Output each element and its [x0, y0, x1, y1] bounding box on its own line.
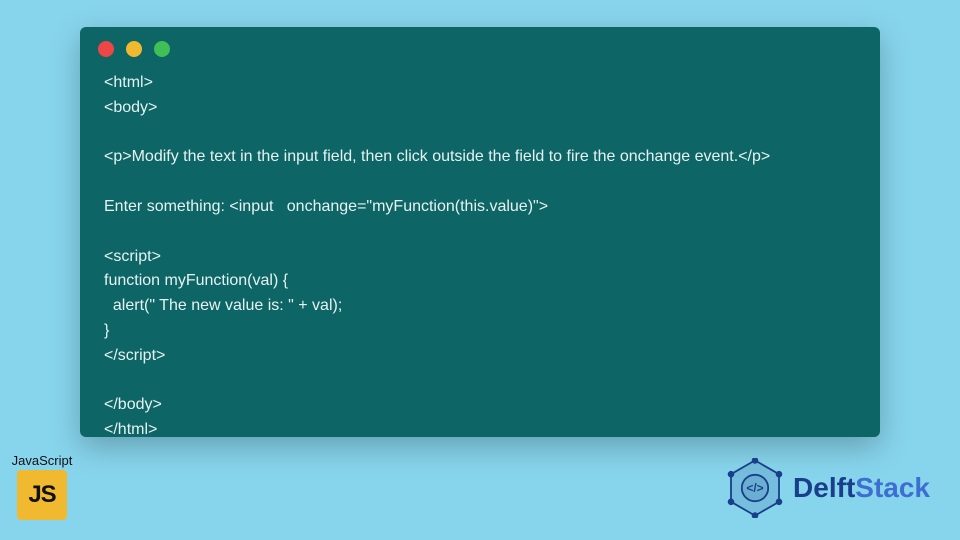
- code-content: <html> <body> <p>Modify the text in the …: [80, 63, 880, 461]
- svg-text:</>: </>: [746, 481, 763, 495]
- maximize-icon[interactable]: [154, 41, 170, 57]
- close-icon[interactable]: [98, 41, 114, 57]
- delftstack-icon: </>: [725, 458, 785, 518]
- brand-name: DelftStack: [793, 472, 930, 504]
- javascript-label: JavaScript: [6, 453, 78, 468]
- code-window: <html> <body> <p>Modify the text in the …: [80, 27, 880, 437]
- minimize-icon[interactable]: [126, 41, 142, 57]
- javascript-badge: JavaScript JS: [6, 453, 78, 520]
- brand-logo: </> DelftStack: [725, 458, 930, 518]
- brand-name-first: Delft: [793, 472, 855, 503]
- javascript-icon: JS: [17, 470, 67, 520]
- brand-name-second: Stack: [855, 472, 930, 503]
- window-controls: [80, 27, 880, 63]
